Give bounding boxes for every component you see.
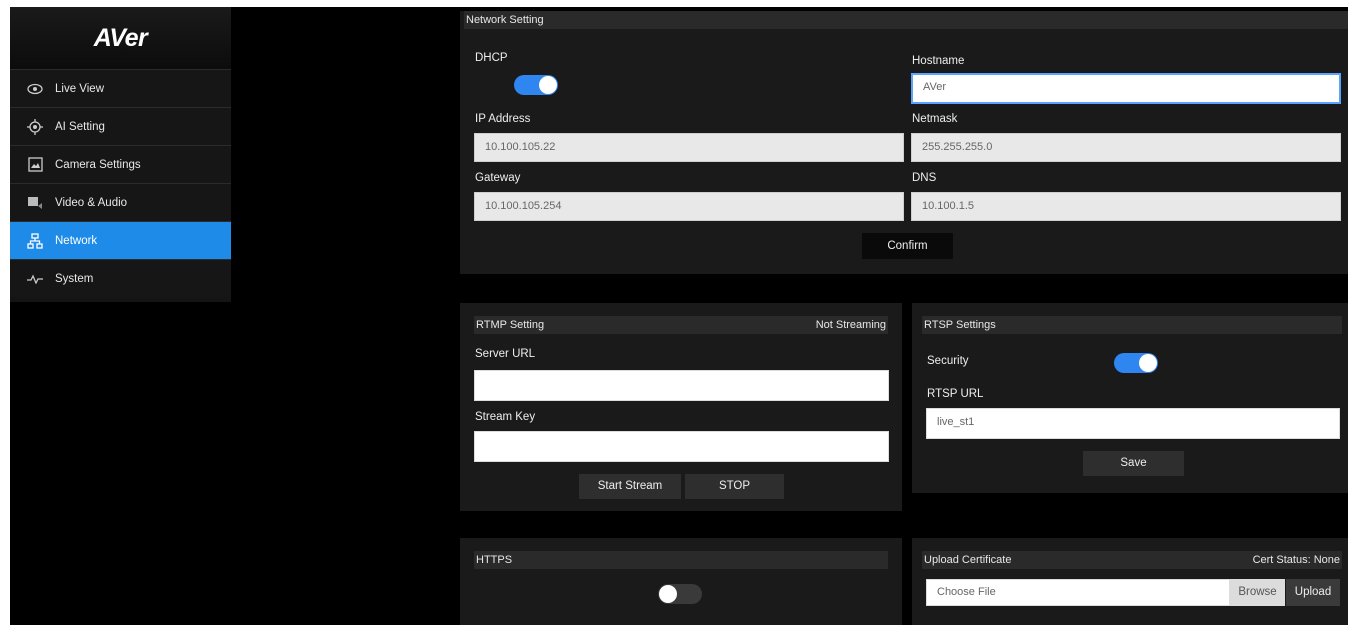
panel-header: Upload Certificate Cert Status: None xyxy=(922,551,1342,569)
eye-icon xyxy=(26,80,44,98)
netmask-input[interactable]: 255.255.255.0 xyxy=(911,133,1341,162)
gateway-input[interactable]: 10.100.105.254 xyxy=(474,192,904,221)
netmask-label: Netmask xyxy=(912,113,958,125)
upload-button[interactable]: Upload xyxy=(1286,579,1340,606)
sidebar-item-camera-settings[interactable]: Camera Settings xyxy=(10,145,231,183)
panel-title: HTTPS xyxy=(476,554,513,566)
start-stream-button[interactable]: Start Stream xyxy=(579,474,681,499)
ip-address-label: IP Address xyxy=(475,113,531,125)
sidebar-item-live-view[interactable]: Live View xyxy=(10,69,231,107)
panel-header: Network Setting xyxy=(464,11,1348,29)
rtsp-settings-panel: RTSP Settings Security RTSP URL live_st1… xyxy=(912,303,1348,493)
panel-header: HTTPS xyxy=(474,551,888,569)
panel-title: Upload Certificate xyxy=(924,554,1012,566)
panel-title: RTMP Setting xyxy=(476,319,545,331)
dns-input[interactable]: 10.100.1.5 xyxy=(911,192,1341,221)
stream-key-label: Stream Key xyxy=(475,411,536,423)
sidebar-item-label: Network xyxy=(55,234,98,247)
panel-title: Network Setting xyxy=(466,14,544,26)
stream-key-input[interactable] xyxy=(474,431,889,462)
rtsp-url-label: RTSP URL xyxy=(927,388,984,400)
app-window: AVer Live View AI Setting Camera Setting… xyxy=(10,7,1348,625)
https-panel: HTTPS xyxy=(460,538,902,625)
choose-file-input[interactable]: Choose File xyxy=(926,579,1230,606)
target-icon xyxy=(26,118,44,136)
sidebar-item-network[interactable]: Network xyxy=(10,221,231,259)
panel-header: RTMP Setting Not Streaming xyxy=(474,316,888,334)
dhcp-label: DHCP xyxy=(475,52,508,64)
https-toggle[interactable] xyxy=(658,584,702,604)
security-toggle[interactable] xyxy=(1114,353,1158,373)
stop-button[interactable]: STOP xyxy=(685,474,784,499)
server-url-label: Server URL xyxy=(475,348,536,360)
sidebar-item-label: Live View xyxy=(55,82,105,95)
confirm-button[interactable]: Confirm xyxy=(862,233,953,259)
server-url-input[interactable] xyxy=(474,370,889,401)
image-icon xyxy=(26,156,44,174)
stream-status: Not Streaming xyxy=(815,319,886,331)
network-icon xyxy=(26,232,44,250)
hostname-input[interactable]: AVer xyxy=(911,73,1341,104)
dns-label: DNS xyxy=(912,172,937,184)
cert-status: Cert Status: None xyxy=(1252,554,1340,566)
gateway-label: Gateway xyxy=(475,172,521,184)
sidebar-item-video-audio[interactable]: Video & Audio xyxy=(10,183,231,221)
hostname-label: Hostname xyxy=(912,55,965,67)
panel-title: RTSP Settings xyxy=(924,319,996,331)
sidebar-item-ai-setting[interactable]: AI Setting xyxy=(10,107,231,145)
save-button[interactable]: Save xyxy=(1083,451,1184,476)
aver-logo: AVer xyxy=(10,7,231,69)
ip-address-input[interactable]: 10.100.105.22 xyxy=(474,133,904,162)
dhcp-toggle[interactable] xyxy=(514,75,558,95)
rtmp-setting-panel: RTMP Setting Not Streaming Server URL St… xyxy=(460,303,902,511)
security-label: Security xyxy=(927,355,969,367)
rtsp-url-input[interactable]: live_st1 xyxy=(926,408,1340,439)
pulse-icon xyxy=(26,270,44,288)
sidebar-item-label: Video & Audio xyxy=(55,196,128,209)
network-setting-panel: Network Setting DHCP Hostname AVer IP Ad… xyxy=(460,11,1348,274)
sidebar-item-label: AI Setting xyxy=(55,120,105,133)
browse-button[interactable]: Browse xyxy=(1230,579,1285,606)
video-audio-icon xyxy=(26,194,44,212)
sidebar: AVer Live View AI Setting Camera Setting… xyxy=(10,7,231,302)
sidebar-item-system[interactable]: System xyxy=(10,259,231,297)
sidebar-item-label: Camera Settings xyxy=(55,158,141,171)
panel-header: RTSP Settings xyxy=(922,316,1342,334)
sidebar-item-label: System xyxy=(55,272,94,285)
upload-certificate-panel: Upload Certificate Cert Status: None Cho… xyxy=(912,538,1348,625)
